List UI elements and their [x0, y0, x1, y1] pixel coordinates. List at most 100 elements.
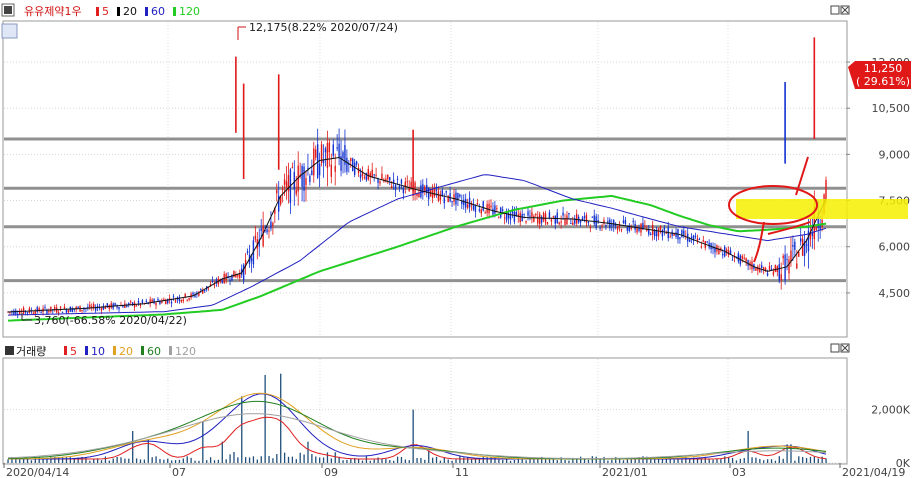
volume-bar	[272, 458, 274, 463]
candle-body	[118, 306, 120, 310]
candle-body	[556, 212, 558, 223]
volume-restore-icon[interactable]	[830, 343, 840, 353]
volume-bar	[595, 456, 597, 463]
volume-bar	[280, 373, 282, 463]
volume-bar	[817, 458, 819, 463]
candle-body	[61, 311, 64, 313]
candle-body	[400, 179, 403, 184]
candle-body	[124, 303, 126, 309]
candle-body	[204, 290, 206, 292]
x-tick-label: 07	[172, 466, 186, 478]
candle-body	[539, 213, 541, 225]
candle-body	[451, 200, 453, 203]
volume-bar	[389, 460, 391, 463]
candle-body	[311, 170, 313, 176]
volume-bar	[455, 459, 457, 463]
candle-body	[702, 240, 704, 242]
candle-body	[599, 227, 601, 229]
candle-body	[755, 268, 757, 271]
candle-body	[819, 225, 821, 230]
volume-bar	[482, 457, 484, 463]
candle-body	[18, 311, 21, 315]
candle-body	[15, 310, 17, 315]
candle-body	[566, 215, 568, 225]
volume-bar	[763, 460, 765, 463]
candle-body	[698, 239, 701, 241]
candle-body	[332, 144, 334, 156]
candle-body	[722, 253, 724, 256]
candle-body	[688, 239, 691, 242]
candle-body	[613, 220, 615, 226]
candle-body	[65, 309, 68, 313]
volume-bar	[307, 441, 309, 463]
candle-body	[301, 166, 303, 187]
volume-bar	[295, 459, 297, 463]
restore-icon[interactable]	[830, 5, 840, 15]
candle-body	[363, 177, 366, 179]
candle-body	[494, 205, 496, 214]
candle-body	[572, 222, 574, 225]
volume-bar	[751, 457, 753, 463]
volume-bar	[447, 459, 449, 463]
candle-body	[398, 185, 401, 189]
volume-bar	[774, 460, 777, 463]
volume-bar	[821, 456, 823, 463]
candle-body	[22, 307, 25, 314]
candle-body	[690, 236, 693, 239]
candle-body	[492, 208, 494, 215]
candle-body	[83, 308, 85, 310]
candle-body	[552, 216, 555, 218]
volume-bar	[794, 460, 796, 463]
volume-legend-label: 120	[175, 345, 196, 358]
candle-body	[564, 219, 566, 225]
price-tick-label: 6,000	[879, 241, 911, 254]
volume-bar	[599, 459, 601, 463]
volume-bar	[116, 457, 118, 463]
volume-bar	[241, 396, 243, 463]
candle-body	[587, 221, 590, 223]
candle-body	[48, 310, 50, 313]
volume-bar	[798, 456, 800, 463]
volume-bar	[735, 460, 738, 463]
candle-body	[792, 244, 794, 247]
candle-body	[92, 304, 95, 308]
volume-bar	[73, 459, 75, 463]
volume-bar	[809, 456, 812, 463]
candle-body	[77, 307, 79, 309]
volume-bar	[186, 456, 188, 463]
candle-body	[159, 301, 161, 304]
candle-body	[110, 303, 112, 308]
volume-bar	[696, 459, 699, 463]
candle-body	[496, 208, 498, 210]
candle-body	[389, 177, 391, 181]
zoom-button[interactable]	[1, 23, 18, 39]
volume-bar	[576, 459, 578, 463]
volume-bar	[61, 457, 64, 463]
candle-body	[786, 259, 788, 261]
candle-body	[675, 232, 677, 237]
volume-bar	[486, 456, 488, 463]
candle-body	[798, 251, 800, 257]
candle-body	[270, 221, 272, 229]
candle-body	[472, 204, 475, 210]
volume-bar	[209, 457, 212, 463]
candle-body	[474, 205, 477, 212]
current-price: 11,250	[864, 62, 903, 75]
candle-body	[780, 274, 782, 281]
volume-bar	[739, 458, 742, 463]
candle-body	[799, 238, 802, 242]
candle-body	[268, 230, 270, 232]
candle-body	[100, 308, 103, 311]
low-annotation: 3,760(-66.58% 2020/04/22)	[21, 313, 187, 327]
candle-body	[262, 225, 264, 247]
volume-bar	[174, 460, 177, 463]
candle-body	[305, 178, 307, 186]
volume-bar	[459, 456, 461, 463]
candle-body	[394, 184, 397, 191]
candle-body	[591, 216, 593, 218]
candle-body	[59, 306, 62, 309]
candle-body	[371, 169, 373, 178]
candle-body	[285, 181, 288, 188]
candle-body	[402, 188, 405, 193]
volume-bar	[408, 460, 410, 463]
